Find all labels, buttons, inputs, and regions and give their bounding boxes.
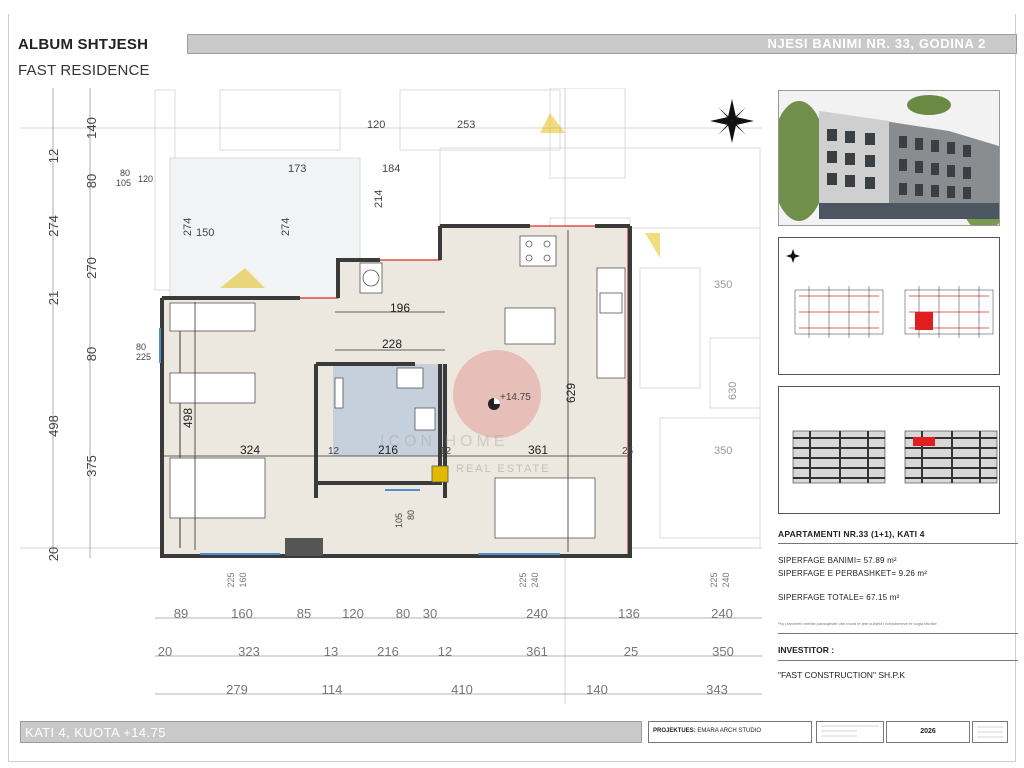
- logo-box: [972, 721, 1008, 743]
- project-label: PROJEKTUES:: [653, 728, 696, 734]
- row1-80: 80: [396, 606, 410, 621]
- floor-plan: +14.75 ICON HOME REAL ESTATE 12 140 80 2…: [20, 88, 762, 704]
- dim-left-21: 21: [46, 291, 61, 305]
- dim-bottom-160: 160: [238, 572, 248, 587]
- dim-350-ghost2: 350: [714, 445, 732, 457]
- row1-136: 136: [618, 606, 640, 621]
- floor-banner: KATI 4, KUOTA +14.75: [20, 721, 642, 743]
- row1-240b: 240: [711, 606, 733, 621]
- dim-left-375: 375: [84, 455, 99, 477]
- project-block: PROJEKTUES: EMARA ARCH STUDIO: [648, 721, 812, 743]
- dim-105-door: 105: [394, 513, 404, 528]
- row2-12: 12: [438, 644, 452, 659]
- row1-160: 160: [231, 606, 253, 621]
- dim-274a: 274: [182, 218, 194, 236]
- dim-small-225: 225: [136, 352, 151, 362]
- unit-banner: NJESI BANIMI NR. 33, GODINA 2: [187, 34, 1017, 54]
- dim-324: 324: [240, 443, 260, 457]
- investor-value: "FAST CONSTRUCTION" SH.P.K: [778, 670, 906, 680]
- dim-630-ghost: 630: [727, 382, 739, 400]
- row1-30: 30: [423, 606, 437, 621]
- north-arrow-icon: [710, 99, 754, 143]
- dim-25: 25: [622, 446, 634, 457]
- key-plan-image: [778, 237, 1000, 375]
- row1-89: 89: [174, 606, 188, 621]
- dim-216: 216: [378, 443, 398, 457]
- dim-left-270: 270: [84, 257, 99, 279]
- project-value: EMARA ARCH STUDIO: [697, 728, 762, 734]
- dim-12b: 12: [440, 446, 452, 457]
- stamp-box: [816, 721, 884, 743]
- apartment-title: APARTAMENTI NR.33 (1+1), KATI 4: [778, 529, 925, 539]
- row2-216: 216: [377, 644, 399, 659]
- dim-498-room: 498: [181, 408, 195, 428]
- row1-240: 240: [526, 606, 548, 621]
- project-name: FAST RESIDENCE: [18, 62, 150, 79]
- dim-bottom-240b: 240: [721, 572, 731, 587]
- watermark-sub: REAL ESTATE: [456, 463, 551, 475]
- album-title: ALBUM SHTJESH: [18, 36, 149, 53]
- dim-120: 120: [367, 119, 385, 131]
- row3-343: 343: [706, 682, 728, 697]
- divider: [778, 543, 1018, 544]
- row1-85: 85: [297, 606, 311, 621]
- dim-left-274: 274: [46, 215, 61, 237]
- dim-left-498: 498: [46, 415, 61, 437]
- area-total: SIPERFAGE TOTALE= 67.15 m²: [778, 593, 900, 602]
- dim-left-80b: 80: [84, 347, 99, 361]
- building-render-image: [778, 90, 1000, 226]
- dim-small-80: 80: [120, 168, 130, 178]
- dim-214: 214: [373, 190, 385, 208]
- dim-12a: 12: [328, 446, 340, 457]
- dim-small-80b: 80: [136, 342, 146, 352]
- dim-left-80: 80: [84, 174, 99, 188]
- floor-label: KATI 4, KUOTA +14.75: [25, 725, 166, 740]
- dim-80-door: 80: [406, 510, 416, 520]
- dim-small-120: 120: [138, 174, 153, 184]
- dim-left-20: 20: [46, 547, 61, 561]
- level-label: +14.75: [500, 392, 531, 403]
- dim-629: 629: [564, 383, 578, 403]
- dim-bottom-240: 240: [530, 572, 540, 587]
- year: 2026: [886, 721, 970, 743]
- dim-left-12: 12: [46, 149, 61, 163]
- row2-350: 350: [712, 644, 734, 659]
- area-net: SIPERFAGE BANIMI= 57.89 m²: [778, 556, 897, 565]
- dim-274b: 274: [280, 218, 292, 236]
- investor-label: INVESTITOR :: [778, 645, 835, 655]
- dim-184: 184: [382, 163, 400, 175]
- dim-150: 150: [196, 227, 214, 239]
- dim-228: 228: [382, 337, 402, 351]
- row2-25: 25: [624, 644, 638, 659]
- dim-196: 196: [390, 301, 410, 315]
- row1-120: 120: [342, 606, 364, 621]
- dim-left-140: 140: [84, 117, 99, 139]
- divider: [778, 633, 1018, 634]
- row2-13: 13: [324, 644, 338, 659]
- divider: [778, 660, 1018, 661]
- dim-bottom-225c: 225: [709, 572, 719, 587]
- dim-173: 173: [288, 163, 306, 175]
- disclaimer-note: *Ky planimetri mebile parasqesite dhe mu…: [778, 621, 937, 626]
- dim-bottom-225a: 225: [226, 572, 236, 587]
- row2-361: 361: [526, 644, 548, 659]
- unit-banner-text: NJESI BANIMI NR. 33, GODINA 2: [767, 36, 986, 51]
- row3-140: 140: [586, 682, 608, 697]
- row3-410: 410: [451, 682, 473, 697]
- row3-114: 114: [322, 682, 343, 697]
- row2-323: 323: [238, 644, 260, 659]
- dim-361: 361: [528, 443, 548, 457]
- dim-350-ghost: 350: [714, 279, 732, 291]
- dim-bottom-225b: 225: [518, 572, 528, 587]
- dim-253: 253: [457, 119, 475, 131]
- elevation-image: [778, 386, 1000, 514]
- dim-small-105: 105: [116, 178, 131, 188]
- row2-20: 20: [158, 644, 172, 659]
- area-shared: SIPERFAGE E PERBASHKET= 9.26 m²: [778, 569, 928, 578]
- row3-279: 279: [226, 682, 248, 697]
